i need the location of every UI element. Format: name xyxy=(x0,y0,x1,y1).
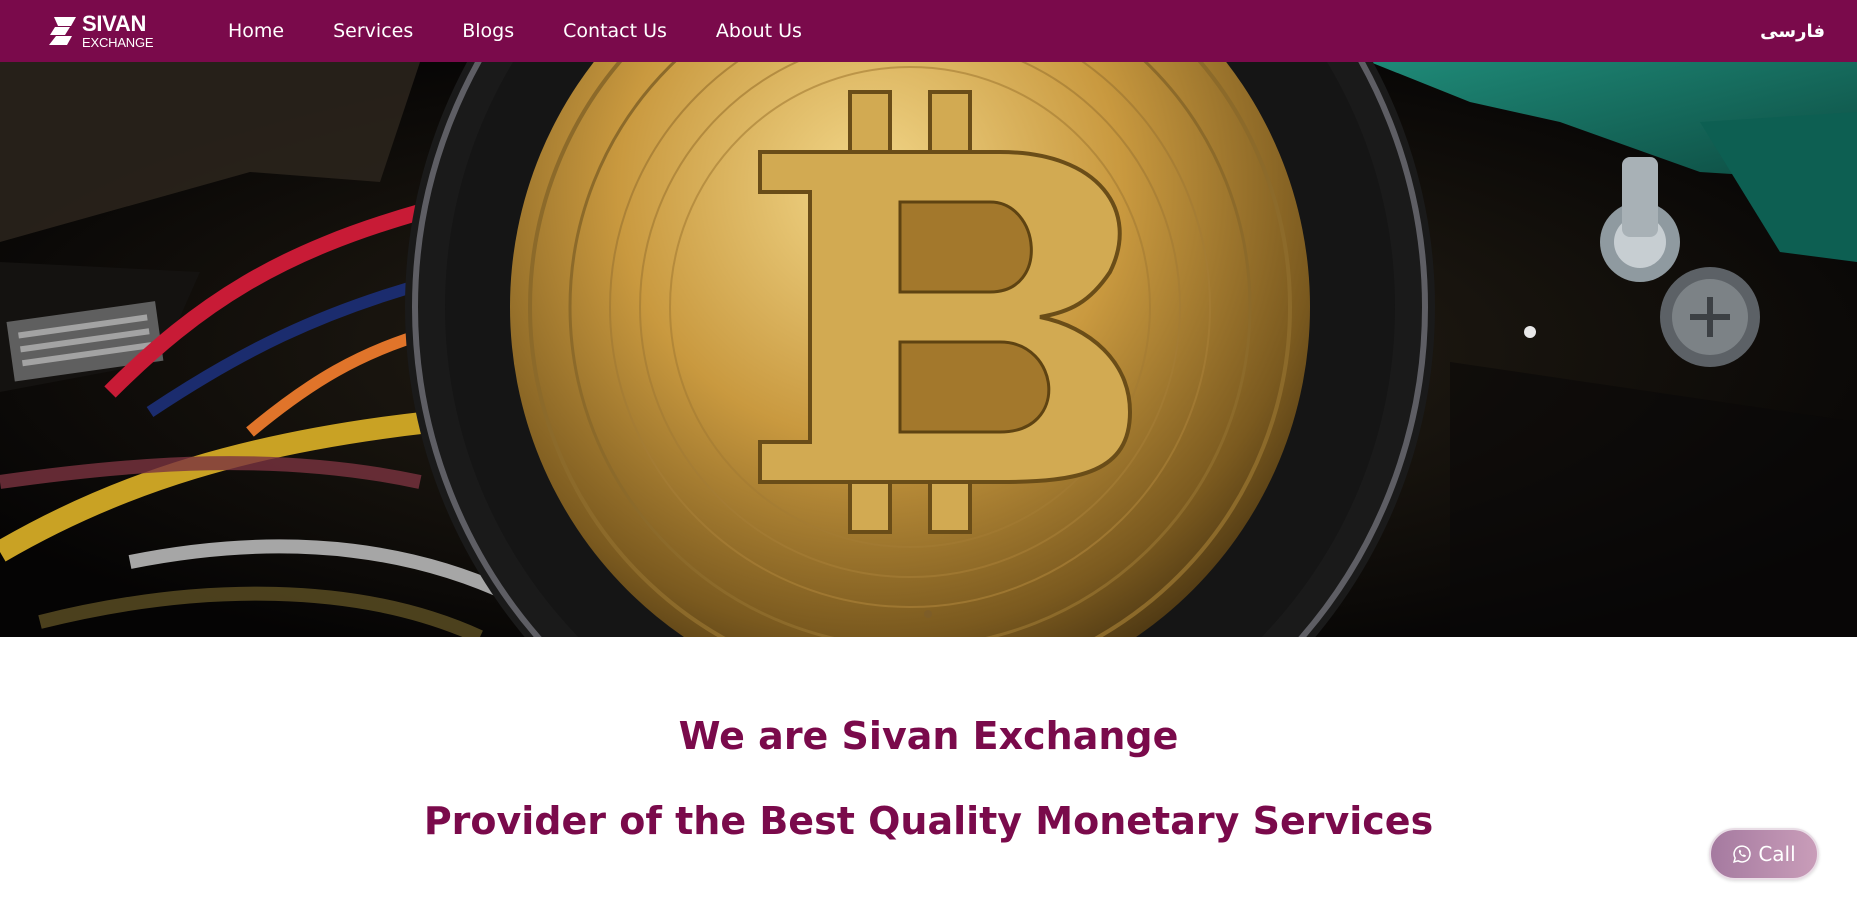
call-button[interactable]: Call xyxy=(1709,828,1819,880)
nav-services[interactable]: Services xyxy=(333,20,413,42)
whatsapp-icon xyxy=(1733,845,1752,863)
nav-about-us[interactable]: About Us xyxy=(716,20,802,42)
logo-title: SIVAN xyxy=(82,11,147,36)
page-headline: We are Sivan Exchange xyxy=(678,714,1179,758)
hero-banner xyxy=(0,62,1857,637)
page-subheadline: Provider of the Best Quality Monetary Se… xyxy=(423,799,1434,843)
bitcoin-coin-image xyxy=(0,62,1857,637)
top-navbar: SIVAN EXCHANGE Home Services Blogs Conta… xyxy=(0,0,1857,62)
nav-home[interactable]: Home xyxy=(228,20,284,42)
main-nav: Home Services Blogs Contact Us About Us xyxy=(228,0,851,62)
call-button-label: Call xyxy=(1758,842,1796,866)
language-switch[interactable]: فارسی xyxy=(1760,0,1825,62)
logo-icon xyxy=(49,17,76,45)
logo-text: SIVAN EXCHANGE xyxy=(82,11,154,50)
brand-logo[interactable]: SIVAN EXCHANGE xyxy=(46,11,154,50)
logo-subtitle: EXCHANGE xyxy=(82,35,154,50)
nav-blogs[interactable]: Blogs xyxy=(462,20,514,42)
nav-contact-us[interactable]: Contact Us xyxy=(563,20,667,42)
